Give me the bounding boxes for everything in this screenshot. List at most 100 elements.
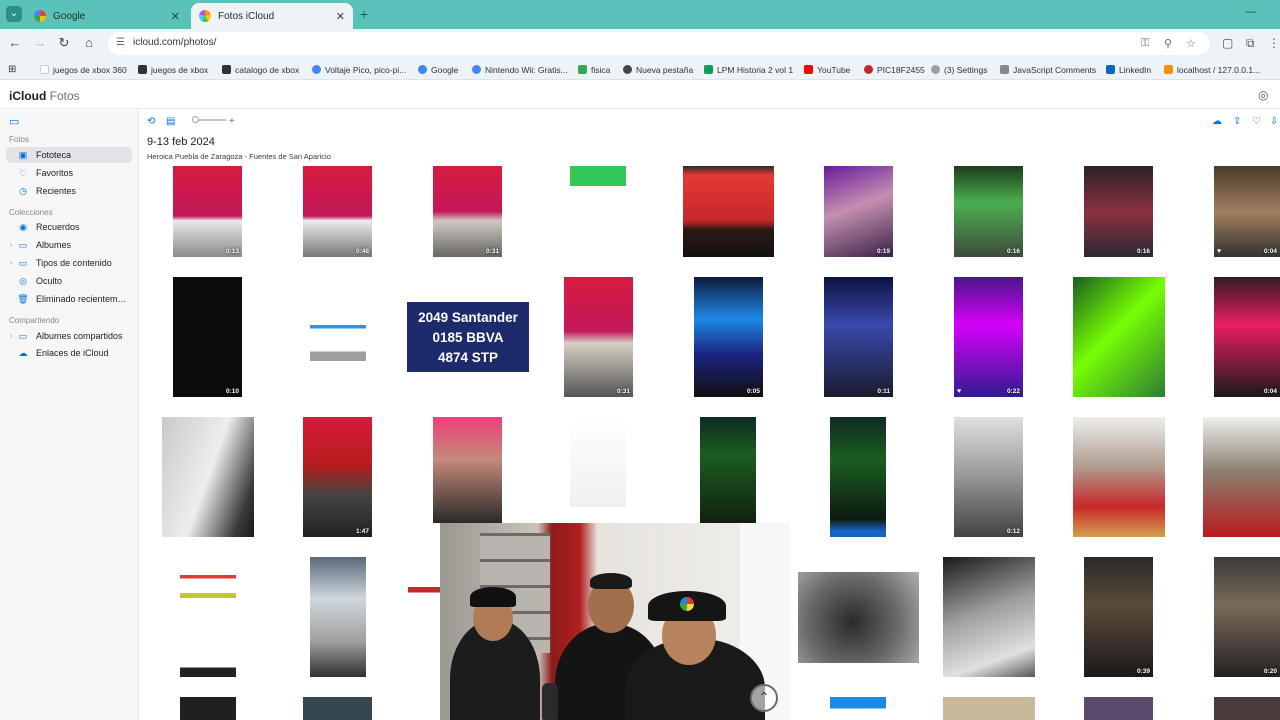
tab-search-button[interactable]: ⌄ (6, 6, 22, 22)
tab-google[interactable]: Google ✕ (26, 3, 188, 29)
password-key-icon[interactable]: ⚿ (1141, 37, 1149, 50)
screenshot-thumbnail[interactable] (570, 166, 626, 257)
new-tab-button[interactable]: + (360, 6, 368, 22)
share-icon[interactable]: ⇪ (1233, 116, 1241, 127)
photo-thumbnail[interactable] (943, 697, 1035, 720)
sidebar-item-eliminado[interactable]: 🗑︎ Eliminado recientemente (6, 291, 132, 307)
zoom-in-icon[interactable]: + (229, 116, 235, 127)
sidebar-item-albumes-compartidos[interactable]: › ▭ Albumes compartidos (6, 328, 132, 344)
video-thumbnail[interactable]: 0:10 (173, 277, 242, 397)
account-icon[interactable]: ◎ (1258, 88, 1268, 102)
sidebar-item-oculto[interactable]: ◎ Oculto (6, 273, 132, 289)
video-thumbnail[interactable]: 0:04 (1214, 277, 1280, 397)
video-thumbnail[interactable]: 0:31 (433, 166, 502, 257)
rotate-icon[interactable]: ⟲ (147, 116, 155, 127)
photo-thumbnail[interactable] (798, 572, 919, 663)
site-info-icon[interactable]: ☰ (116, 37, 125, 48)
sidebar-item-recientes[interactable]: ◷ Recientes (6, 183, 132, 199)
sidebar-item-fototeca[interactable]: ▣ Fototeca (6, 147, 132, 163)
sidebar-item-albumes[interactable]: › ▭ Albumes (6, 237, 132, 253)
screenshot-thumbnail[interactable] (830, 697, 886, 720)
sidepanel-icon[interactable]: ▢ (1222, 36, 1233, 50)
bookmark-item[interactable]: (3) Settings (931, 63, 987, 76)
video-thumbnail[interactable]: 0:16 (1084, 166, 1153, 257)
screenshot-thumbnail[interactable] (310, 277, 366, 397)
video-thumbnail[interactable]: 0:11 (824, 277, 893, 397)
video-thumbnail[interactable]: 0:39 (1084, 557, 1153, 677)
screenshot-thumbnail[interactable] (310, 557, 366, 677)
video-thumbnail[interactable] (1084, 697, 1153, 720)
screenshot-thumbnail[interactable] (408, 587, 442, 643)
photo-thumbnail[interactable] (683, 166, 774, 257)
close-icon[interactable]: ✕ (336, 10, 345, 23)
icloud-brand[interactable]: iCloud Fotos (9, 89, 80, 103)
address-bar[interactable]: ☰ icloud.com/photos/ ⚿ ⚲ ☆ (108, 32, 1210, 55)
sidebar-item-enlaces[interactable]: ☁ Enlaces de iCloud (6, 345, 132, 361)
video-thumbnail[interactable]: ♥ 0:22 (954, 277, 1023, 397)
screenshot-thumbnail[interactable] (830, 417, 886, 537)
sidebar-toggle-icon[interactable]: ▭ (9, 115, 19, 128)
back-icon[interactable]: ← (7, 35, 23, 50)
video-thumbnail[interactable]: 0:05 (694, 277, 763, 397)
scroll-up-button[interactable]: ⌃ (750, 684, 778, 712)
bookmark-item[interactable]: juegos de xbox (138, 63, 208, 76)
bookmark-item[interactable]: Google (418, 63, 458, 76)
video-thumbnail[interactable]: ♥ 0:04 (1214, 166, 1280, 257)
photo-thumbnail[interactable] (1073, 277, 1165, 397)
cloud-upload-icon[interactable]: ☁ (1212, 116, 1222, 127)
bookmark-item[interactable]: juegos de xbox 360 (40, 63, 127, 76)
bookmark-item[interactable]: catalogo de xbox (222, 63, 299, 76)
zoom-icon[interactable]: ⚲ (1164, 37, 1172, 50)
forward-icon[interactable]: → (32, 35, 48, 50)
video-thumbnail[interactable]: 0:12 (954, 417, 1023, 537)
screenshot-thumbnail[interactable] (570, 417, 626, 507)
bookmark-item[interactable]: YouTube (804, 63, 850, 76)
bookmark-item[interactable]: LinkedIn (1106, 63, 1151, 76)
minimize-icon[interactable]: — (1245, 6, 1256, 18)
album-icon: ▭ (18, 239, 28, 250)
bookmark-item[interactable]: localhost / 127.0.0.1... (1164, 63, 1260, 76)
zoom-slider-knob[interactable] (192, 116, 199, 123)
close-icon[interactable]: ✕ (171, 10, 180, 23)
menu-icon[interactable]: ⋮ (1268, 36, 1280, 50)
extensions-icon[interactable]: ⧉ (1246, 36, 1255, 51)
apps-grid-icon[interactable]: ⊞ (8, 63, 16, 76)
video-thumbnail[interactable]: 0:13 (173, 166, 242, 257)
bookmark-item[interactable]: Voltaje Pico, pico-pi... (312, 63, 406, 76)
screenshot-thumbnail[interactable] (180, 557, 236, 677)
video-thumbnail[interactable]: 0:20 (1214, 557, 1280, 677)
photo-thumbnail[interactable] (162, 417, 254, 537)
sidebar-item-favoritos[interactable]: ♡ Favoritos (6, 165, 132, 181)
video-thumbnail[interactable] (303, 697, 372, 720)
sidebar-item-tipos[interactable]: › ▭ Tipos de contenido (6, 255, 132, 271)
bookmark-star-icon[interactable]: ☆ (1186, 37, 1196, 50)
photos-icon (199, 10, 211, 22)
text-image-thumbnail[interactable]: 2049 Santander 0185 BBVA 4874 STP (407, 302, 529, 372)
bookmark-item[interactable]: JavaScript Comments (1000, 63, 1096, 76)
text-line: 0185 BBVA (432, 330, 504, 345)
video-thumbnail[interactable]: 0:31 (564, 277, 633, 397)
home-icon[interactable]: ⌂ (81, 35, 97, 50)
photo-thumbnail[interactable] (943, 557, 1035, 677)
download-icon[interactable]: ⇩ (1270, 116, 1278, 127)
video-thumbnail[interactable]: 0:48 (303, 166, 372, 257)
bookmark-item[interactable]: PIC18F2455 (864, 63, 925, 76)
favorite-heart-icon[interactable]: ♡ (1252, 116, 1261, 127)
screenshot-thumbnail[interactable] (700, 417, 756, 523)
bookmark-item[interactable]: Nueva pestaña (623, 63, 693, 76)
photo-thumbnail[interactable] (1073, 417, 1165, 537)
reload-icon[interactable]: ↻ (56, 35, 72, 51)
calendar-view-icon[interactable]: ▤ (166, 116, 175, 127)
photo-thumbnail[interactable] (433, 417, 502, 523)
video-thumbnail[interactable] (1214, 697, 1280, 720)
bookmark-item[interactable]: fisica (578, 63, 610, 76)
photo-thumbnail[interactable] (1203, 417, 1280, 537)
sidebar-item-recuerdos[interactable]: ◉ Recuerdos (6, 219, 132, 235)
video-thumbnail[interactable]: 0:19 (824, 166, 893, 257)
video-thumbnail[interactable]: 1:47 (303, 417, 372, 537)
screenshot-thumbnail[interactable] (180, 697, 236, 720)
bookmark-item[interactable]: LPM Historia 2 vol 1 (704, 63, 793, 76)
bookmark-item[interactable]: Nintendo Wii: Gratis... (472, 63, 568, 76)
tab-fotos-icloud[interactable]: Fotos iCloud ✕ (191, 3, 353, 29)
video-thumbnail[interactable]: 0:16 (954, 166, 1023, 257)
